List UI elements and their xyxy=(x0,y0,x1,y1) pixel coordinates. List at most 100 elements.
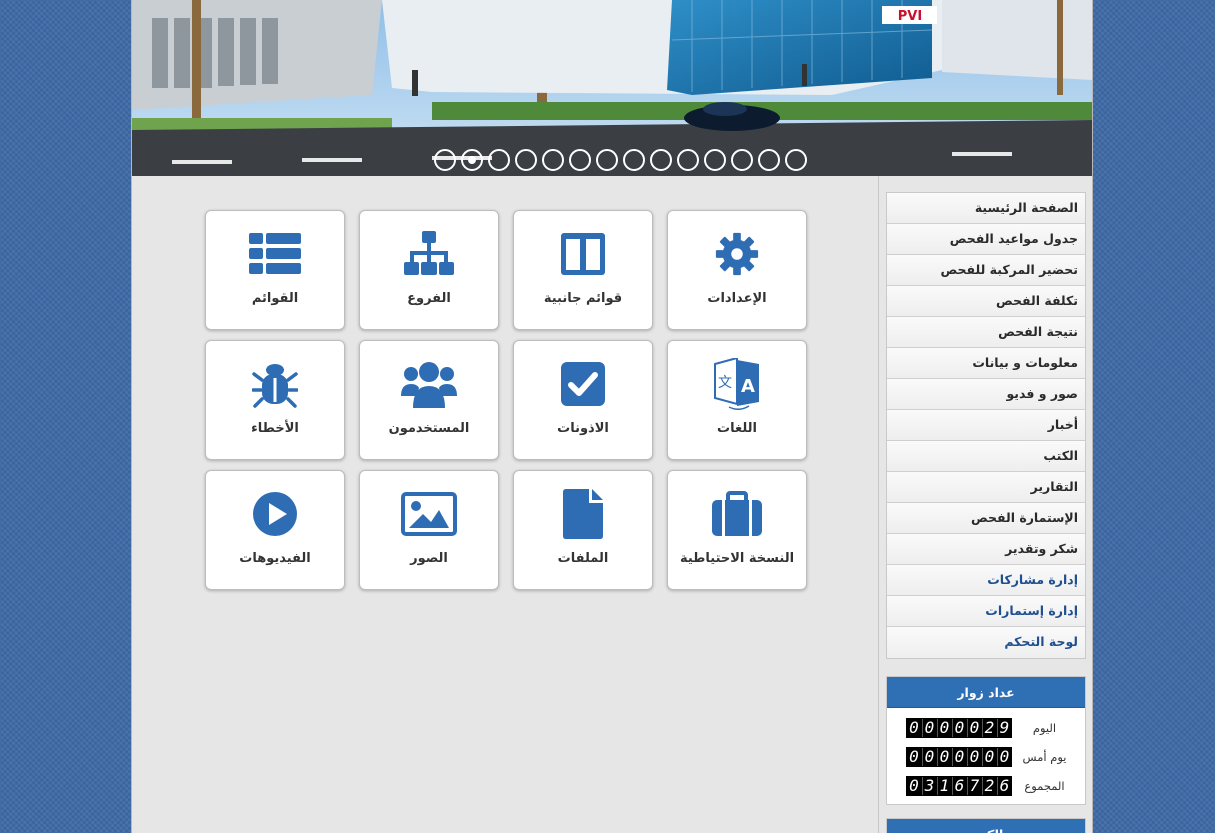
tile-settings[interactable]: الإعدادات xyxy=(667,210,807,330)
slider-dot[interactable] xyxy=(515,149,537,171)
tile-videos[interactable]: الفيديوهات xyxy=(205,470,345,590)
image-icon xyxy=(401,492,457,536)
sidebar-menu-item[interactable]: جدول مواعيد الفحص xyxy=(887,224,1085,255)
counter-digit: 0 xyxy=(997,747,1011,766)
slider-dot[interactable] xyxy=(704,149,726,171)
slider-dot[interactable] xyxy=(623,149,645,171)
sidebar-menu-item[interactable]: الصفحة الرئيسية xyxy=(887,193,1085,224)
counter-digit: 0 xyxy=(922,747,936,766)
main-content: الإعدادات قوائم جانبية الفروع القوائم A … xyxy=(132,176,878,833)
sitemap-icon xyxy=(404,231,454,275)
slider-dot[interactable] xyxy=(650,149,672,171)
counter-digit: 0 xyxy=(937,747,951,766)
columns-icon xyxy=(561,233,605,275)
sidebar-menu-item[interactable]: لوحة التحكم xyxy=(887,627,1085,658)
counter-label: المجموع xyxy=(1024,778,1065,793)
file-icon xyxy=(563,489,603,539)
slider-dots xyxy=(434,149,807,171)
counter-digit: 6 xyxy=(952,776,966,795)
tile-label: الفروع xyxy=(407,291,451,306)
counter-digit: 6 xyxy=(997,776,1011,795)
visitor-counter-row: 0 3 1 6 7 2 6 المجموع xyxy=(887,771,1085,800)
tile-branches[interactable]: الفروع xyxy=(359,210,499,330)
sidebar-menu-item[interactable]: أخبار xyxy=(887,410,1085,441)
counter-label: يوم أمس xyxy=(1022,749,1067,764)
tile-label: الفيديوهات xyxy=(239,551,311,566)
admin-tiles-grid: الإعدادات قوائم جانبية الفروع القوائم A … xyxy=(203,210,807,590)
tile-label: الصور xyxy=(410,551,448,566)
tile-label: الملفات xyxy=(557,551,609,566)
briefcase-icon xyxy=(712,491,762,536)
slider-dot[interactable] xyxy=(542,149,564,171)
books-box: الكتب xyxy=(886,818,1086,833)
sidebar: الصفحة الرئيسية جدول مواعيد الفحص تحضير ال… xyxy=(878,176,1092,833)
svg-text:A: A xyxy=(741,376,755,397)
tile-lists[interactable]: القوائم xyxy=(205,210,345,330)
counter-digits: 0000000 xyxy=(906,746,1012,767)
svg-text:文: 文 xyxy=(718,375,732,391)
sidebar-menu-item[interactable]: الإستمارة الفحص xyxy=(887,503,1085,534)
slider-dot[interactable] xyxy=(731,149,753,171)
counter-digit: 0 xyxy=(907,747,921,766)
slider-dot[interactable] xyxy=(677,149,699,171)
counter-digit: 0 xyxy=(967,718,981,737)
sidebar-menu-item[interactable]: معلومات و بيانات xyxy=(887,348,1085,379)
counter-digit: 2 xyxy=(982,776,996,795)
sidebar-menu-item[interactable]: تكلفة الفحص xyxy=(887,286,1085,317)
tile-label: قوائم جانبية xyxy=(543,291,623,306)
visitor-counter-title: عداد زوار xyxy=(887,677,1085,708)
sidebar-menu-item[interactable]: صور و فديو xyxy=(887,379,1085,410)
counter-digit: 0 xyxy=(922,718,936,737)
counter-digit: 3 xyxy=(922,776,936,795)
sidebar-menu: الصفحة الرئيسية جدول مواعيد الفحص تحضير ال… xyxy=(886,192,1086,659)
tile-side-lists[interactable]: قوائم جانبية xyxy=(513,210,653,330)
sidebar-menu-item[interactable]: شكر وتقدير xyxy=(887,534,1085,565)
page-container: PVI الإعدادات قوائم جانبية الفروع القوائ… xyxy=(131,0,1093,833)
books-box-title: الكتب xyxy=(887,819,1085,833)
tile-users[interactable]: المستخدمون xyxy=(359,340,499,460)
counter-digit: 9 xyxy=(997,718,1011,737)
banner-sign-text: PVI xyxy=(898,9,922,24)
counter-digit: 0 xyxy=(952,747,966,766)
language-icon: A 文 xyxy=(714,358,759,410)
slider-dot[interactable] xyxy=(758,149,780,171)
visitor-counter-row: 0 0 0 0 0 2 9 اليوم xyxy=(887,713,1085,742)
tile-errors[interactable]: الأخطاء xyxy=(205,340,345,460)
counter-digits: 0316726 xyxy=(906,775,1012,796)
tile-label: المستخدمون xyxy=(388,421,470,436)
sidebar-menu-item[interactable]: نتيجة الفحص xyxy=(887,317,1085,348)
counter-digit: 2 xyxy=(982,718,996,737)
sidebar-menu-item[interactable]: الكتب xyxy=(887,441,1085,472)
counter-digit: 0 xyxy=(907,776,921,795)
slider-dot[interactable] xyxy=(785,149,807,171)
tile-languages[interactable]: A 文 اللغات xyxy=(667,340,807,460)
tile-label: الاذونات xyxy=(557,421,609,436)
counter-digit: 0 xyxy=(952,718,966,737)
bug-icon xyxy=(252,364,298,408)
counter-digit: 7 xyxy=(967,776,981,795)
sidebar-menu-item[interactable]: التقارير xyxy=(887,472,1085,503)
tile-label: الإعدادات xyxy=(707,291,767,306)
tile-permissions[interactable]: الاذونات xyxy=(513,340,653,460)
sidebar-menu-item[interactable]: إدارة إستمارات xyxy=(887,596,1085,627)
counter-label: اليوم xyxy=(1032,720,1057,735)
check-square-icon xyxy=(561,362,605,406)
tile-files[interactable]: الملفات xyxy=(513,470,653,590)
sidebar-menu-item[interactable]: تحضير المركبة للفحص xyxy=(887,255,1085,286)
list-icon xyxy=(249,233,301,274)
counter-digit: 0 xyxy=(982,747,996,766)
slider-dot[interactable] xyxy=(434,149,456,171)
slider-dot[interactable] xyxy=(596,149,618,171)
slider-dot[interactable] xyxy=(488,149,510,171)
tile-label: النسخة الاحتياطية xyxy=(679,551,795,566)
visitor-counter-box: عداد زوار 0 0 0 0 0 2 9 اليوم 0 0 0 0 0 0 0 يوم أمس 0 3 1 6… xyxy=(886,676,1086,805)
slider-dot[interactable] xyxy=(569,149,591,171)
tile-images[interactable]: الصور xyxy=(359,470,499,590)
tile-label: القوائم xyxy=(251,291,299,306)
visitor-counter-row: 0 0 0 0 0 0 0 يوم أمس xyxy=(887,742,1085,771)
sidebar-menu-item[interactable]: إدارة مشاركات xyxy=(887,565,1085,596)
users-icon xyxy=(401,362,457,408)
slider-dot[interactable] xyxy=(461,149,483,171)
tile-backup[interactable]: النسخة الاحتياطية xyxy=(667,470,807,590)
hero-banner: PVI xyxy=(132,0,1092,176)
